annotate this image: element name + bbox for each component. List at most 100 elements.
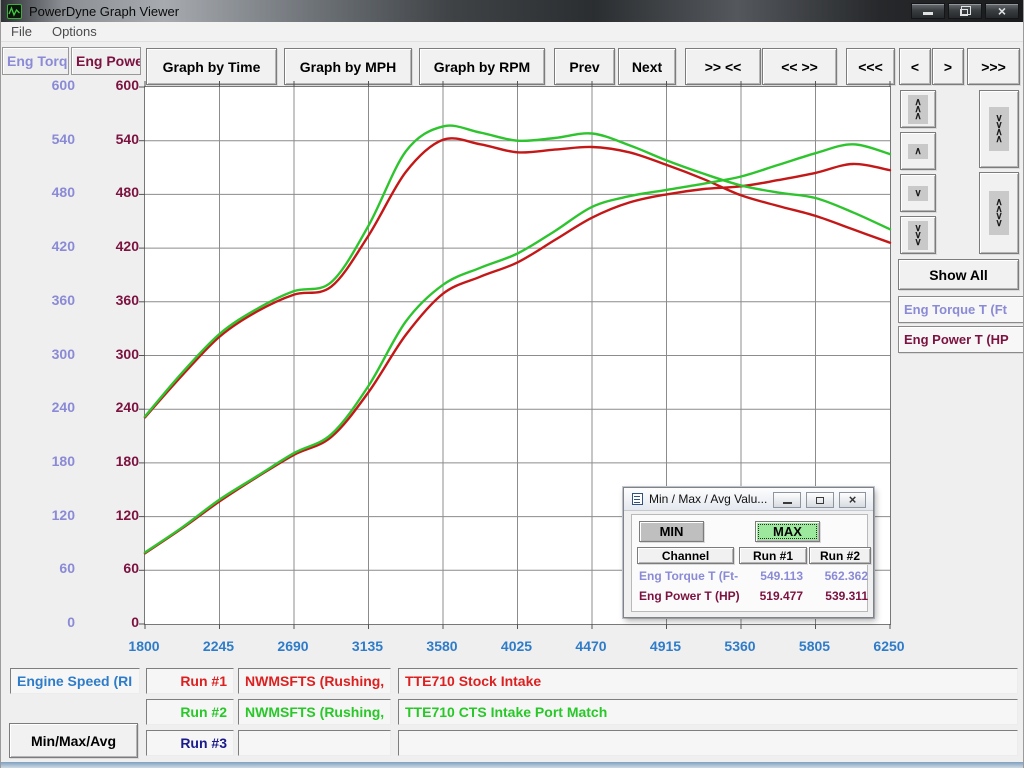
scroll-right-fast-button[interactable]: >>> (967, 48, 1020, 85)
minmax-row-power-label: Eng Power T (HP) (639, 589, 740, 603)
minmax-restore-icon[interactable] (806, 492, 834, 508)
run2-name-field[interactable]: NWMSFTS (Rushing, (238, 699, 391, 725)
torque-axis-tick-label: 360 (23, 292, 75, 308)
power-axis-tick-label: 480 (87, 184, 139, 200)
power-axis-tick-label: 600 (87, 77, 139, 93)
power-axis-tick-label: 540 (87, 131, 139, 147)
power-axis-header[interactable]: Eng Powe (71, 47, 141, 75)
app-logo-icon (7, 4, 22, 19)
x-axis-tick-label: 4470 (559, 638, 623, 654)
column-header-run2[interactable]: Run #2 (809, 547, 871, 564)
x-axis-tick-label: 5805 (783, 638, 847, 654)
power-channel-button[interactable]: Eng Power T (HP (898, 326, 1024, 353)
x-axis-tick-label: 3580 (410, 638, 474, 654)
minmax-minimize-icon[interactable] (773, 492, 801, 508)
scroll-right-button[interactable]: > (932, 48, 964, 85)
compress-x-button[interactable]: >> << (685, 48, 761, 85)
power-axis-tick-label: 180 (87, 453, 139, 469)
power-axis-tick-label: 0 (87, 614, 139, 630)
restore-icon[interactable] (948, 3, 982, 19)
chevron-down-icon: ∨ (908, 186, 927, 201)
triple-chevron-up-icon: ∧∧∧ (908, 95, 927, 124)
power-axis-tick-label: 60 (87, 560, 139, 576)
torque-axis-tick-label: 120 (23, 507, 75, 523)
run1-name-field[interactable]: NWMSFTS (Rushing, (238, 668, 391, 694)
minmax-row-torque-label: Eng Torque T (Ft- (639, 569, 738, 583)
power-axis-tick-label: 240 (87, 399, 139, 415)
scroll-left-button[interactable]: < (899, 48, 931, 85)
x-axis-tick-label: 1800 (112, 638, 176, 654)
run2-comment-field[interactable]: TTE710 CTS Intake Port Match (398, 699, 1018, 725)
chevrons-outward-icon: ∧∧∨∨ (989, 191, 1008, 235)
scroll-down-button[interactable]: ∨ (900, 174, 936, 212)
prev-button[interactable]: Prev (554, 48, 615, 85)
minmax-title-bar[interactable]: Min / Max / Avg Valu... × (624, 488, 873, 511)
title-bar[interactable]: PowerDyne Graph Viewer × (1, 0, 1023, 22)
show-all-button[interactable]: Show All (898, 259, 1019, 290)
minmax-power-run1-value: 519.477 (739, 589, 803, 603)
power-axis-tick-label: 120 (87, 507, 139, 523)
torque-axis-tick-label: 240 (23, 399, 75, 415)
window-bottom-border (1, 762, 1023, 768)
x-axis-tick-label: 4915 (634, 638, 698, 654)
chevron-up-icon: ∧ (908, 144, 927, 159)
minmax-window-icon (632, 493, 643, 505)
torque-axis-tick-label: 420 (23, 238, 75, 254)
max-toggle-button[interactable]: MAX (755, 521, 820, 542)
torque-axis-tick-label: 480 (23, 184, 75, 200)
run3-label-box[interactable]: Run #3 (146, 730, 234, 756)
torque-channel-button[interactable]: Eng Torque T (Ft (898, 296, 1024, 323)
expand-x-button[interactable]: << >> (762, 48, 837, 85)
scroll-up-fast-button[interactable]: ∧∧∧ (900, 90, 936, 128)
run3-comment-field[interactable] (398, 730, 1018, 756)
x-axis-tick-label: 4025 (485, 638, 549, 654)
torque-axis-tick-label: 60 (23, 560, 75, 576)
torque-axis-header[interactable]: Eng Torq (2, 47, 69, 75)
torque-axis-tick-label: 180 (23, 453, 75, 469)
run2-label-box[interactable]: Run #2 (146, 699, 234, 725)
minmax-power-run2-value: 539.311 (809, 589, 868, 603)
menu-file[interactable]: File (1, 24, 42, 39)
torque-axis-tick-label: 600 (23, 77, 75, 93)
next-button[interactable]: Next (618, 48, 676, 85)
zoom-in-vertical-button[interactable]: ∨∨∧∧ (979, 90, 1019, 168)
x-axis-tick-label: 2690 (261, 638, 325, 654)
app-window: PowerDyne Graph Viewer × File Options En… (0, 0, 1024, 768)
torque-axis-tick-label: 300 (23, 346, 75, 362)
power-axis-tick-label: 360 (87, 292, 139, 308)
minmax-torque-run2-value: 562.362 (809, 569, 868, 583)
x-axis-channel-box[interactable]: Engine Speed (RI (10, 668, 140, 694)
graph-by-rpm-button[interactable]: Graph by RPM (419, 48, 545, 85)
torque-axis-tick-label: 540 (23, 131, 75, 147)
power-axis-tick-label: 420 (87, 238, 139, 254)
minmax-window-title: Min / Max / Avg Valu... (649, 492, 767, 506)
zoom-out-vertical-button[interactable]: ∧∧∨∨ (979, 172, 1019, 254)
scroll-up-button[interactable]: ∧ (900, 132, 936, 170)
menu-options[interactable]: Options (42, 24, 107, 39)
column-header-channel[interactable]: Channel (637, 547, 734, 564)
scroll-left-fast-button[interactable]: <<< (846, 48, 895, 85)
run1-label-box[interactable]: Run #1 (146, 668, 234, 694)
minmax-close-icon[interactable]: × (839, 492, 866, 508)
column-header-run1[interactable]: Run #1 (739, 547, 807, 564)
window-title: PowerDyne Graph Viewer (29, 4, 179, 19)
x-axis-tick-label: 5360 (708, 638, 772, 654)
power-axis-tick-label: 300 (87, 346, 139, 362)
run1-comment-field[interactable]: TTE710 Stock Intake (398, 668, 1018, 694)
close-icon[interactable]: × (985, 3, 1019, 19)
run3-name-field[interactable] (238, 730, 391, 756)
minmax-avg-button[interactable]: Min/Max/Avg (9, 723, 138, 758)
minmax-torque-run1-value: 549.113 (739, 569, 803, 583)
minmax-window: Min / Max / Avg Valu... × MIN MAX Channe… (623, 487, 874, 618)
minimize-icon[interactable] (911, 3, 945, 19)
graph-by-time-button[interactable]: Graph by Time (146, 48, 277, 85)
x-axis-tick-label: 3135 (336, 638, 400, 654)
x-axis-tick-label: 2245 (187, 638, 251, 654)
graph-by-mph-button[interactable]: Graph by MPH (284, 48, 412, 85)
scroll-down-fast-button[interactable]: ∨∨∨ (900, 216, 936, 254)
min-toggle-button[interactable]: MIN (639, 521, 704, 542)
torque-axis-tick-label: 0 (23, 614, 75, 630)
x-axis-tick-label: 6250 (857, 638, 921, 654)
menu-bar: File Options (1, 22, 1023, 42)
chevrons-inward-icon: ∨∨∧∧ (989, 107, 1008, 151)
